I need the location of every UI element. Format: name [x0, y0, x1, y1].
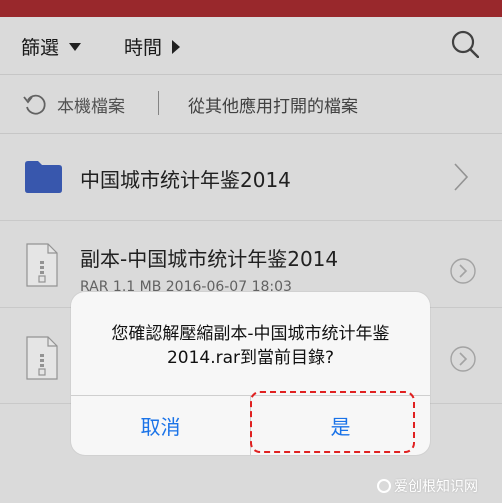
cancel-button[interactable]: 取消 [71, 396, 250, 455]
dialog-message: 您確認解壓縮副本-中国城市统计年鉴 2014.rar到當前目錄? [71, 322, 430, 370]
watermark-logo-icon [377, 479, 391, 493]
dialog-message-line1: 您確認解壓縮副本-中国城市统计年鉴 [111, 324, 390, 344]
dialog-message-line2: 2014.rar到當前目錄? [166, 348, 335, 368]
watermark-text: 爱创根知识网 [394, 479, 478, 495]
highlight-box [250, 391, 415, 453]
watermark: 爱创根知识网 [377, 476, 478, 496]
